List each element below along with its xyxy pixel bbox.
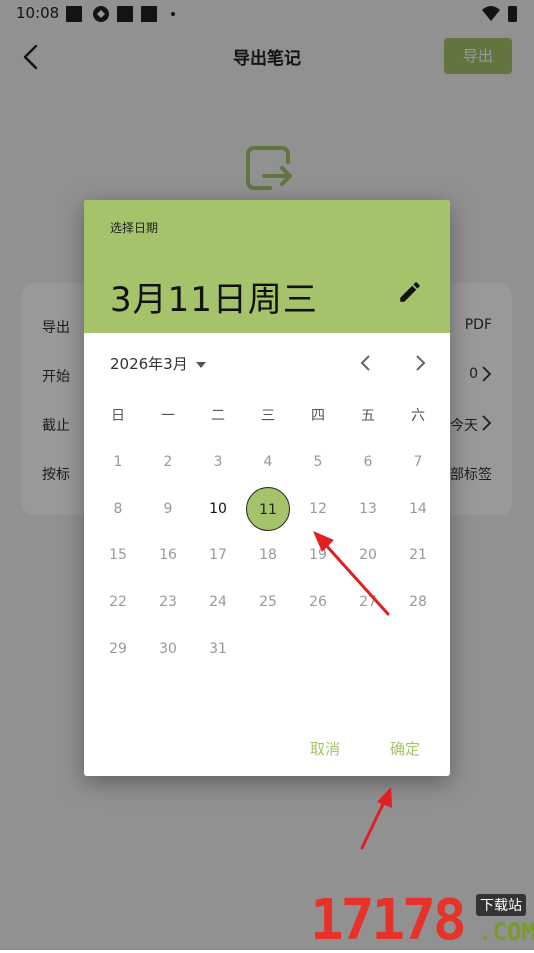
day-cell[interactable]: 16 xyxy=(143,532,193,579)
previous-month-icon[interactable] xyxy=(354,351,378,375)
watermark-tag: 下载站 xyxy=(476,894,526,916)
day-cell[interactable]: 2 xyxy=(143,439,193,486)
weekday-label: 日 xyxy=(111,408,125,424)
selected-date-text: 3月11日周三 xyxy=(110,280,318,320)
day-cell[interactable]: 27 xyxy=(343,579,393,626)
day-cell[interactable]: 26 xyxy=(293,579,343,626)
date-picker-subtitle: 选择日期 xyxy=(110,221,159,235)
day-rows: 1 2 3 4 5 6 7 8 9 10 11 12 13 14 15 16 17 18 19 20 21 22 23 24 2… xyxy=(93,439,443,672)
empty-day-cell xyxy=(243,626,293,673)
date-picker-header: 选择日期 3月11日周三 xyxy=(84,200,450,333)
day-cell[interactable]: 25 xyxy=(243,579,293,626)
dialog-actions: 取消 确定 xyxy=(84,720,450,776)
day-cell[interactable]: 17 xyxy=(193,532,243,579)
day-cell[interactable]: 3 xyxy=(193,439,243,486)
month-year-label: 2026年3月 xyxy=(110,355,188,373)
weekday-label: 三 xyxy=(261,408,275,424)
weekday-header: 日 一 二 三 四 五 六 xyxy=(93,393,443,439)
day-cell[interactable]: 12 xyxy=(293,486,343,533)
day-cell[interactable]: 20 xyxy=(343,532,393,579)
month-year-selector[interactable]: 2026年3月 xyxy=(110,353,206,374)
weekday-label: 四 xyxy=(311,408,325,424)
day-cell[interactable]: 19 xyxy=(293,532,343,579)
day-cell[interactable]: 1 xyxy=(93,439,143,486)
calendar-week-row: 15 16 17 18 19 20 21 xyxy=(93,532,443,579)
dropdown-triangle-icon xyxy=(195,361,206,368)
day-cell[interactable]: 29 xyxy=(93,626,143,673)
day-cell[interactable]: 4 xyxy=(243,439,293,486)
calendar-week-row: 22 23 24 25 26 27 28 xyxy=(93,579,443,626)
watermark-suffix: .COM xyxy=(478,918,534,946)
calendar-week-row: 1234567 xyxy=(93,439,443,486)
day-cell[interactable]: 5 xyxy=(293,439,343,486)
day-cell[interactable]: 14 xyxy=(393,486,443,533)
day-cell[interactable]: 24 xyxy=(193,579,243,626)
day-cell[interactable]: 30 xyxy=(143,626,193,673)
calendar-grid: 日 一 二 三 四 五 六 1 2 3 4 5 6 7 8 9 10 11 12 13 14 15 16 17 1… xyxy=(93,393,443,672)
watermark-number: 17178 xyxy=(310,888,467,953)
selected-day-label: 11 xyxy=(246,486,290,531)
day-cell[interactable]: 18 xyxy=(243,532,293,579)
day-cell[interactable]: 8 xyxy=(93,486,143,533)
weekday-label: 一 xyxy=(161,408,175,424)
today-day-cell[interactable]: 10 xyxy=(193,486,243,533)
day-cell[interactable]: 21 xyxy=(393,532,443,579)
next-month-icon[interactable] xyxy=(408,351,432,375)
cancel-button[interactable]: 取消 xyxy=(310,738,340,759)
day-cell[interactable]: 15 xyxy=(93,532,143,579)
weekday-label: 六 xyxy=(411,408,425,424)
empty-day-cell xyxy=(343,626,393,673)
day-cell[interactable]: 7 xyxy=(393,439,443,486)
date-picker-dialog: 选择日期 3月11日周三 2026年3月 日 一 二 三 四 五 六 12345… xyxy=(84,200,450,776)
calendar-week-row: 29 30 31 xyxy=(93,626,443,673)
day-cell[interactable]: 9 xyxy=(143,486,193,533)
site-watermark: 17178 下载站 .COM xyxy=(310,888,534,953)
weekday-label: 二 xyxy=(211,408,225,424)
weekday-label: 五 xyxy=(361,408,375,424)
day-cell[interactable]: 28 xyxy=(393,579,443,626)
day-cell[interactable]: 13 xyxy=(343,486,393,533)
calendar-week-row: 8 9 10 11 12 13 14 xyxy=(93,486,443,533)
day-cell[interactable]: 6 xyxy=(343,439,393,486)
day-cell[interactable]: 23 xyxy=(143,579,193,626)
day-cell[interactable]: 22 xyxy=(93,579,143,626)
day-cell[interactable]: 31 xyxy=(193,626,243,673)
ok-button[interactable]: 确定 xyxy=(390,738,420,759)
month-navigation: 2026年3月 xyxy=(84,333,450,393)
edit-pencil-icon[interactable] xyxy=(397,279,423,305)
empty-day-cell xyxy=(293,626,343,673)
selected-day-cell[interactable]: 11 xyxy=(243,486,293,533)
empty-day-cell xyxy=(393,626,443,673)
